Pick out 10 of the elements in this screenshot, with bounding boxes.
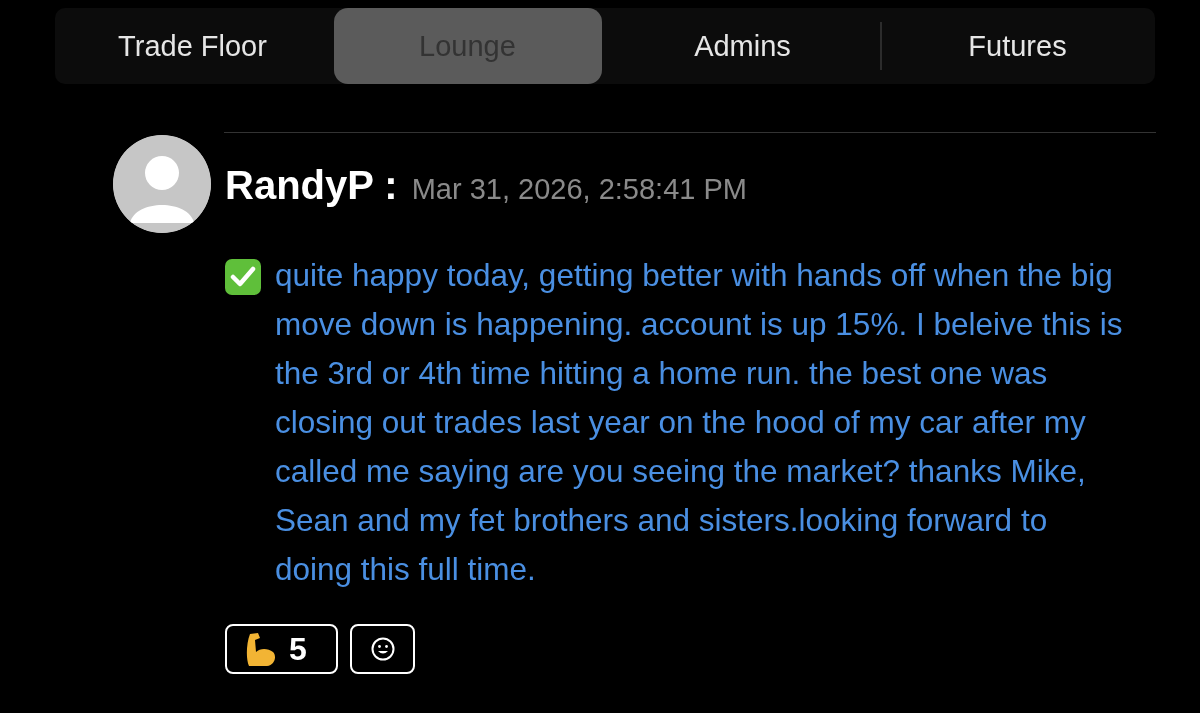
smiley-icon [370, 637, 395, 661]
tab[interactable]: Admins [674, 15, 811, 77]
add-reaction-button[interactable] [350, 624, 415, 674]
timestamp: Mar 31, 2026, 2:58:41 PM [411, 173, 747, 206]
tab[interactable]: Trade Floor [98, 15, 287, 77]
message-text: quite happy today, getting better with hands off when the big move down is happening. account is up 15%. I beleive this is the 3rd or 4th time hitting a home run. the best one was closing out trades last year on the hood of my car after my called me saying are you seeing the market? thanks Mike, Sean and my fet brothers and sisters.looking forward to doing this full time. [275, 256, 1124, 589]
tab[interactable]: Futures [948, 15, 1087, 77]
author-name: RandyP : [225, 163, 398, 208]
reaction-button[interactable]: 5 [225, 624, 338, 674]
check-mark-icon [225, 259, 261, 295]
